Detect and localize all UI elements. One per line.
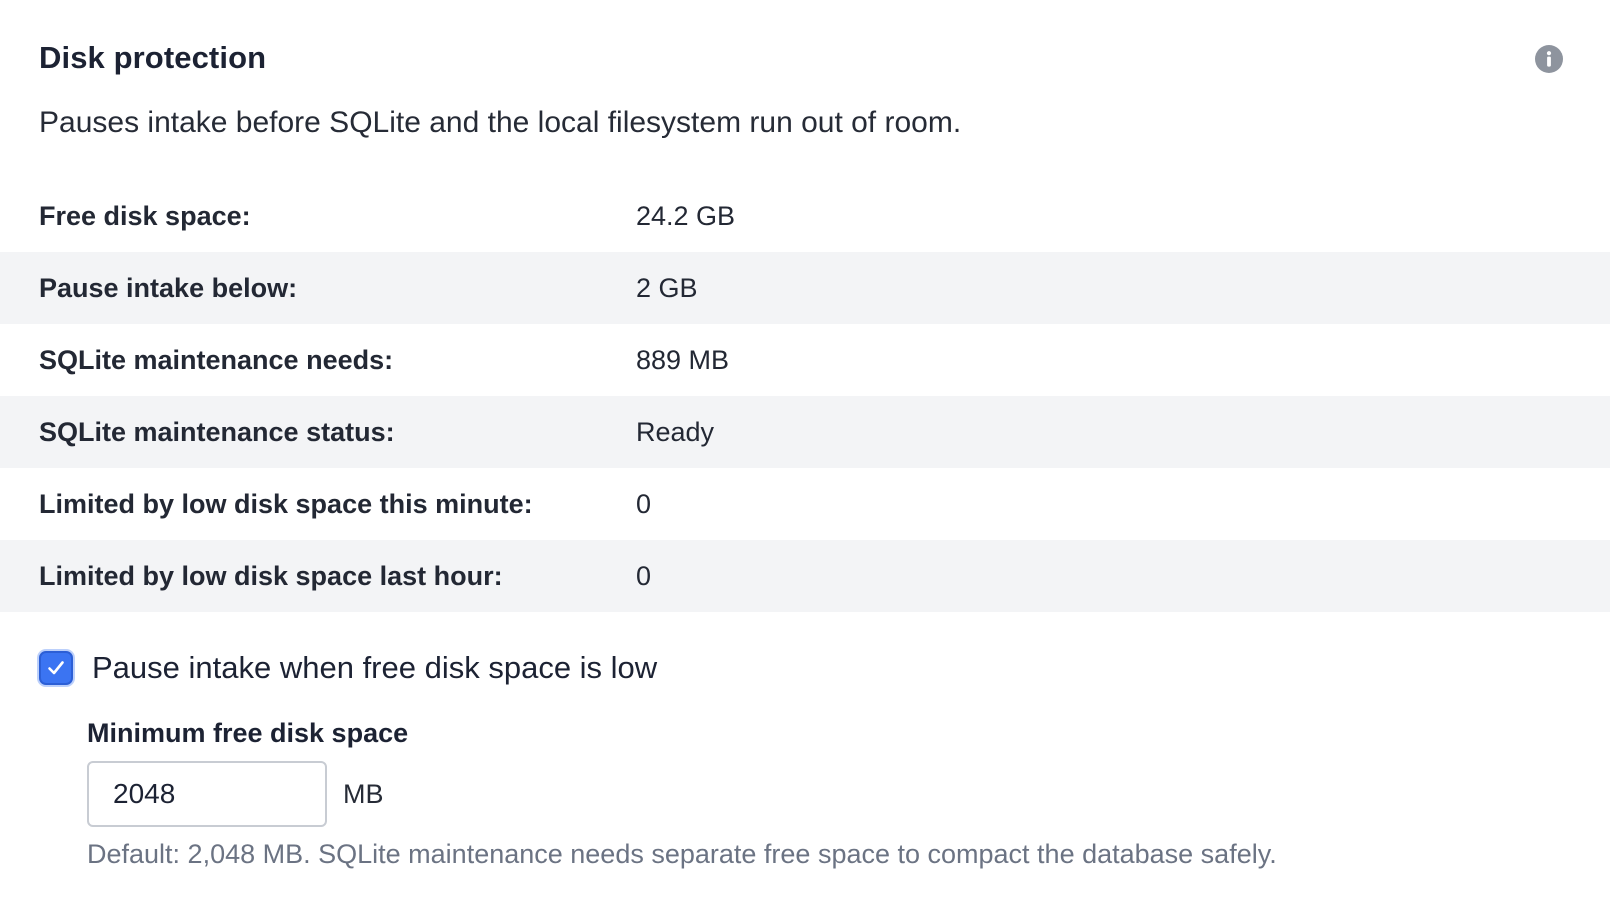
min-free-disk-label: Minimum free disk space — [87, 718, 409, 748]
stat-value: 0 — [636, 561, 652, 591]
min-free-disk-help: Default: 2,048 MB. SQLite maintenance ne… — [87, 839, 1277, 869]
stat-label: SQLite maintenance status: — [39, 417, 395, 447]
pause-intake-label[interactable]: Pause intake when free disk space is low — [92, 648, 657, 688]
info-icon[interactable] — [1535, 45, 1563, 73]
section-description: Pauses intake before SQLite and the loca… — [39, 106, 962, 139]
pause-intake-setting: Pause intake when free disk space is low — [39, 648, 657, 688]
stats-table: Free disk space: 24.2 GB Pause intake be… — [0, 180, 1610, 612]
pause-intake-checkbox[interactable] — [39, 651, 73, 685]
stat-row-limited-last-hour: Limited by low disk space last hour: 0 — [0, 540, 1610, 612]
stat-row-pause-intake-below: Pause intake below: 2 GB — [0, 252, 1610, 324]
stat-label: Limited by low disk space this minute: — [39, 489, 533, 519]
stat-value: 889 MB — [636, 345, 730, 375]
stat-row-sqlite-maintenance-status: SQLite maintenance status: Ready — [0, 396, 1610, 468]
stat-label: Pause intake below: — [39, 273, 298, 303]
stat-label: Limited by low disk space last hour: — [39, 561, 503, 591]
disk-protection-panel: Disk protection Pauses intake before SQL… — [0, 0, 1610, 906]
stat-row-sqlite-maintenance-needs: SQLite maintenance needs: 889 MB — [0, 324, 1610, 396]
min-free-disk-input-wrapper — [87, 761, 327, 827]
min-free-disk-input[interactable] — [89, 763, 325, 825]
min-free-disk-unit: MB — [343, 779, 384, 809]
stat-value: Ready — [636, 417, 715, 447]
stat-label: Free disk space: — [39, 201, 251, 231]
stat-value: 24.2 GB — [636, 201, 736, 231]
stat-value: 0 — [636, 489, 652, 519]
stat-row-free-disk-space: Free disk space: 24.2 GB — [0, 180, 1610, 252]
checkmark-icon — [48, 661, 64, 675]
section-title: Disk protection — [39, 40, 267, 75]
stat-row-limited-this-minute: Limited by low disk space this minute: 0 — [0, 468, 1610, 540]
stat-label: SQLite maintenance needs: — [39, 345, 394, 375]
stat-value: 2 GB — [636, 273, 698, 303]
